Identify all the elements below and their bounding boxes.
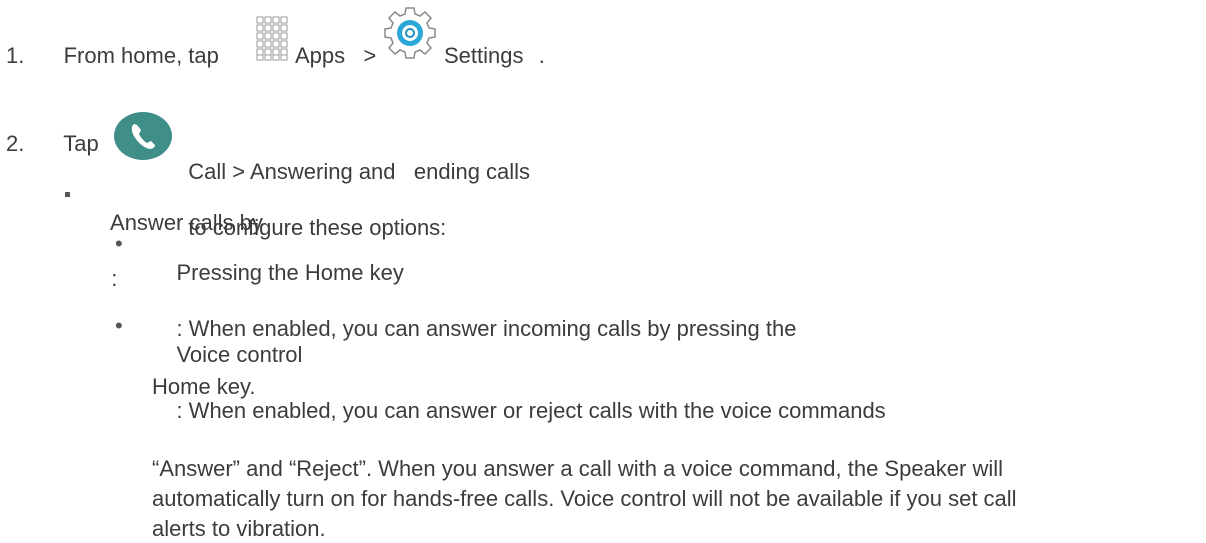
subitem-voice-control-text-1: : When enabled, you can answer or reject… <box>176 398 886 423</box>
subitem-voice-control-text-3: automatically turn on for hands-free cal… <box>152 486 1017 511</box>
step-1-end: . <box>538 43 545 68</box>
subitem-voice-control-text-4: alerts to vibration. <box>152 516 326 541</box>
dot-bullet: • <box>115 231 123 256</box>
step-1: 1. From home, tap <box>6 42 219 70</box>
instruction-document: { "step1": { "number": "1.", "lead": "Fr… <box>0 0 1206 541</box>
dot-bullet: • <box>115 313 123 338</box>
subitem-voice-control: Voice control : When enabled, you can an… <box>152 313 1152 543</box>
settings-label: Settings <box>444 43 524 68</box>
subitem-voice-control-text-2: “Answer” and “Reject”. When you answer a… <box>152 456 1004 481</box>
apps-grid-icon <box>256 16 290 62</box>
step-2-number: 2. <box>6 131 25 156</box>
subitem-voice-control-term: Voice control <box>176 342 303 367</box>
step-2-lead: Tap <box>63 131 99 156</box>
path-separator: > <box>363 43 377 68</box>
apps-label: Apps <box>295 43 346 68</box>
square-bullet <box>65 192 70 197</box>
phone-call-icon <box>113 111 173 161</box>
step-1-number: 1. <box>6 43 25 68</box>
step-2: 2. Tap <box>6 130 99 158</box>
subitem-home-key-term: Pressing the Home key <box>176 260 404 285</box>
step-1-settings: Settings . <box>444 42 545 70</box>
step-1-rest: Apps > <box>295 42 376 70</box>
option-colon: : <box>111 266 118 291</box>
step-1-lead: From home, tap <box>63 43 219 68</box>
settings-gear-icon <box>383 6 437 60</box>
